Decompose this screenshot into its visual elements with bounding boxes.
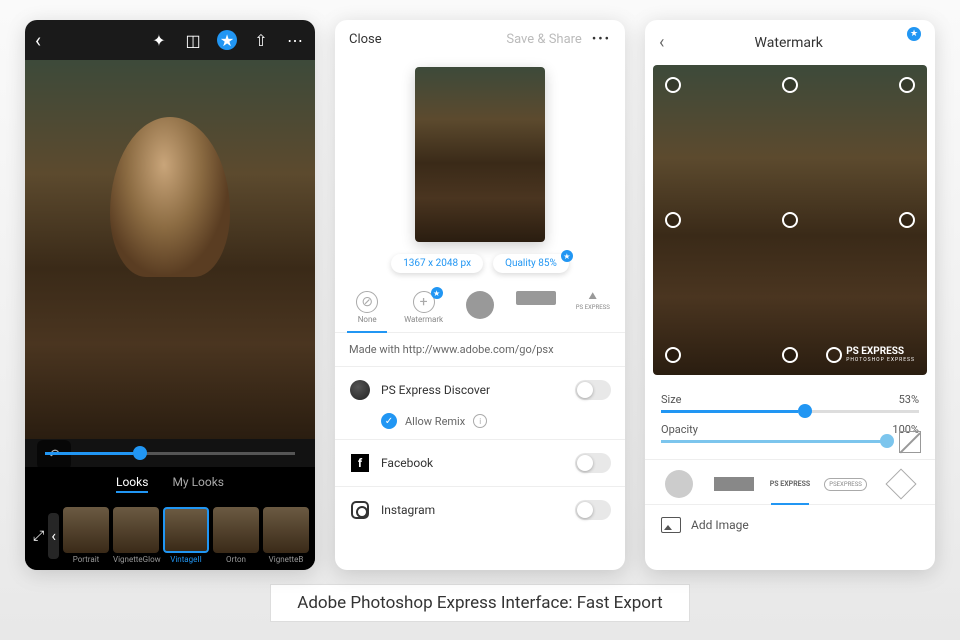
opacity-slider-row: Opacity100% xyxy=(661,423,919,443)
anchor-bottom-left[interactable] xyxy=(665,347,681,363)
seal-watermark-icon xyxy=(466,291,494,319)
wm-style-4[interactable]: PSEXPRESS xyxy=(823,468,869,500)
share-icon[interactable]: ⇧ xyxy=(251,30,271,50)
facebook-row: f Facebook xyxy=(335,439,625,486)
size-label: Size xyxy=(661,393,681,406)
watermark-preview[interactable]: PS EXPRESS PHOTOSHOP EXPRESS xyxy=(653,65,927,375)
quality-pill[interactable]: Quality 85%★ xyxy=(493,254,569,273)
export-preview xyxy=(335,59,625,254)
export-settings: 1367 x 2048 px Quality 85%★ xyxy=(335,254,625,283)
watermark-style-grid: PS EXPRESS PSEXPRESS xyxy=(645,459,935,504)
anchor-bottom-center[interactable] xyxy=(782,347,798,363)
box-icon xyxy=(714,477,754,491)
facebook-label: Facebook xyxy=(381,456,433,470)
anchor-mid-center[interactable] xyxy=(782,212,798,228)
close-button[interactable]: Close xyxy=(349,32,382,47)
globe-icon xyxy=(350,380,370,400)
add-image-button[interactable]: Add Image xyxy=(645,504,935,545)
image-icon xyxy=(661,517,681,533)
resolution-pill[interactable]: 1367 x 2048 px xyxy=(391,254,483,273)
discover-toggle[interactable] xyxy=(575,380,611,400)
none-icon: ⊘ xyxy=(356,291,378,313)
instagram-row: Instagram xyxy=(335,486,625,533)
filter-strip: ⤢ ‹ Portrait VignetteGlow VintageII Orto… xyxy=(25,501,315,570)
anchor-mid-left[interactable] xyxy=(665,212,681,228)
allow-remix-label: Allow Remix xyxy=(405,415,465,428)
watermark-screen: ‹ Watermark★ PS EXPRESS PHOTOSHOP EXPRES… xyxy=(645,20,935,570)
watermark-overlay[interactable]: PS EXPRESS PHOTOSHOP EXPRESS xyxy=(826,346,915,363)
watermark-seal[interactable] xyxy=(455,291,505,324)
facebook-toggle[interactable] xyxy=(575,453,611,473)
filter-vignetteb[interactable]: VignetteB xyxy=(263,507,309,564)
diamond-icon xyxy=(886,468,917,499)
watermark-sliders: Size 53% Opacity100% xyxy=(645,387,935,459)
more-icon[interactable]: ⋯ xyxy=(285,30,305,50)
info-icon[interactable]: i xyxy=(473,414,487,428)
premium-badge-icon: ★ xyxy=(561,250,573,262)
anchor-top-center[interactable] xyxy=(782,77,798,93)
size-slider[interactable] xyxy=(661,410,919,413)
wm-style-5[interactable] xyxy=(878,468,924,500)
watermark-box[interactable] xyxy=(511,291,561,324)
opacity-label: Opacity xyxy=(661,423,698,436)
back-button[interactable]: ‹ xyxy=(35,28,41,52)
size-value: 53% xyxy=(899,393,919,406)
watermark-header: ‹ Watermark★ xyxy=(645,20,935,65)
tab-mylooks[interactable]: My Looks xyxy=(172,475,224,493)
instagram-label: Instagram xyxy=(381,503,435,517)
box-watermark-icon xyxy=(516,291,556,305)
lens-icon xyxy=(826,347,842,363)
intensity-slider[interactable] xyxy=(25,439,315,467)
watermark-add[interactable]: +Watermark★ xyxy=(399,291,449,324)
anchor-top-right[interactable] xyxy=(899,77,915,93)
size-slider-row: Size 53% xyxy=(661,393,919,413)
premium-badge-icon: ★ xyxy=(431,287,443,299)
wm-style-3[interactable]: PS EXPRESS xyxy=(767,468,813,500)
tab-looks[interactable]: Looks xyxy=(116,475,148,493)
discover-label: PS Express Discover xyxy=(381,383,490,397)
star-icon[interactable]: ★ xyxy=(217,30,237,50)
instagram-icon xyxy=(351,501,369,519)
watermark-title: Watermark★ xyxy=(674,35,903,51)
mountain-watermark-icon: ⛰ xyxy=(589,291,597,302)
facebook-icon: f xyxy=(351,454,369,472)
more-menu-icon[interactable]: ••• xyxy=(592,32,611,47)
made-with-text: Made with http://www.adobe.com/go/psx xyxy=(335,333,625,366)
compare-icon[interactable]: ◫ xyxy=(183,30,203,50)
filter-vignetteglow[interactable]: VignetteGlow xyxy=(113,507,159,564)
preview-thumb xyxy=(415,67,545,242)
filter-orton[interactable]: Orton xyxy=(213,507,259,564)
premium-badge-icon: ★ xyxy=(907,27,921,41)
editor-toolbar: ‹ ✦ ◫ ★ ⇧ ⋯ xyxy=(25,20,315,60)
editor-screen: ‹ ✦ ◫ ★ ⇧ ⋯ ↶ Looks My Looks ⤢ ‹ Portrai… xyxy=(25,20,315,570)
share-screen: Close Save & Share ••• 1367 x 2048 px Qu… xyxy=(335,20,625,570)
allow-remix-row: ✓ Allow Remix i xyxy=(335,413,625,439)
anchor-top-left[interactable] xyxy=(665,77,681,93)
anchor-mid-right[interactable] xyxy=(899,212,915,228)
watermark-mountain[interactable]: ⛰PS EXPRESS xyxy=(568,291,618,324)
seal-icon xyxy=(665,470,693,498)
wm-style-1[interactable] xyxy=(656,468,702,500)
magic-wand-icon[interactable]: ✦ xyxy=(149,30,169,50)
filter-portrait[interactable]: Portrait xyxy=(63,507,109,564)
share-header: Close Save & Share ••• xyxy=(335,20,625,59)
filter-vintageii[interactable]: VintageII xyxy=(163,507,209,564)
check-icon[interactable]: ✓ xyxy=(381,413,397,429)
looks-tabs: Looks My Looks xyxy=(25,467,315,501)
figure-caption: Adobe Photoshop Express Interface: Fast … xyxy=(270,584,690,622)
watermark-none[interactable]: ⊘None xyxy=(342,291,392,324)
canvas-image[interactable] xyxy=(25,60,315,439)
discover-row: PS Express Discover xyxy=(335,366,625,413)
instagram-toggle[interactable] xyxy=(575,500,611,520)
opacity-slider[interactable] xyxy=(661,440,887,443)
watermark-selector: ⊘None +Watermark★ ⛰PS EXPRESS xyxy=(335,283,625,333)
save-share-button[interactable]: Save & Share xyxy=(506,32,581,47)
expand-icon[interactable]: ⤢ xyxy=(33,526,44,546)
compare-icon[interactable] xyxy=(899,431,921,453)
wm-style-2[interactable] xyxy=(711,468,757,500)
prev-filter-arrow[interactable]: ‹ xyxy=(48,513,59,559)
back-button[interactable]: ‹ xyxy=(659,32,664,53)
